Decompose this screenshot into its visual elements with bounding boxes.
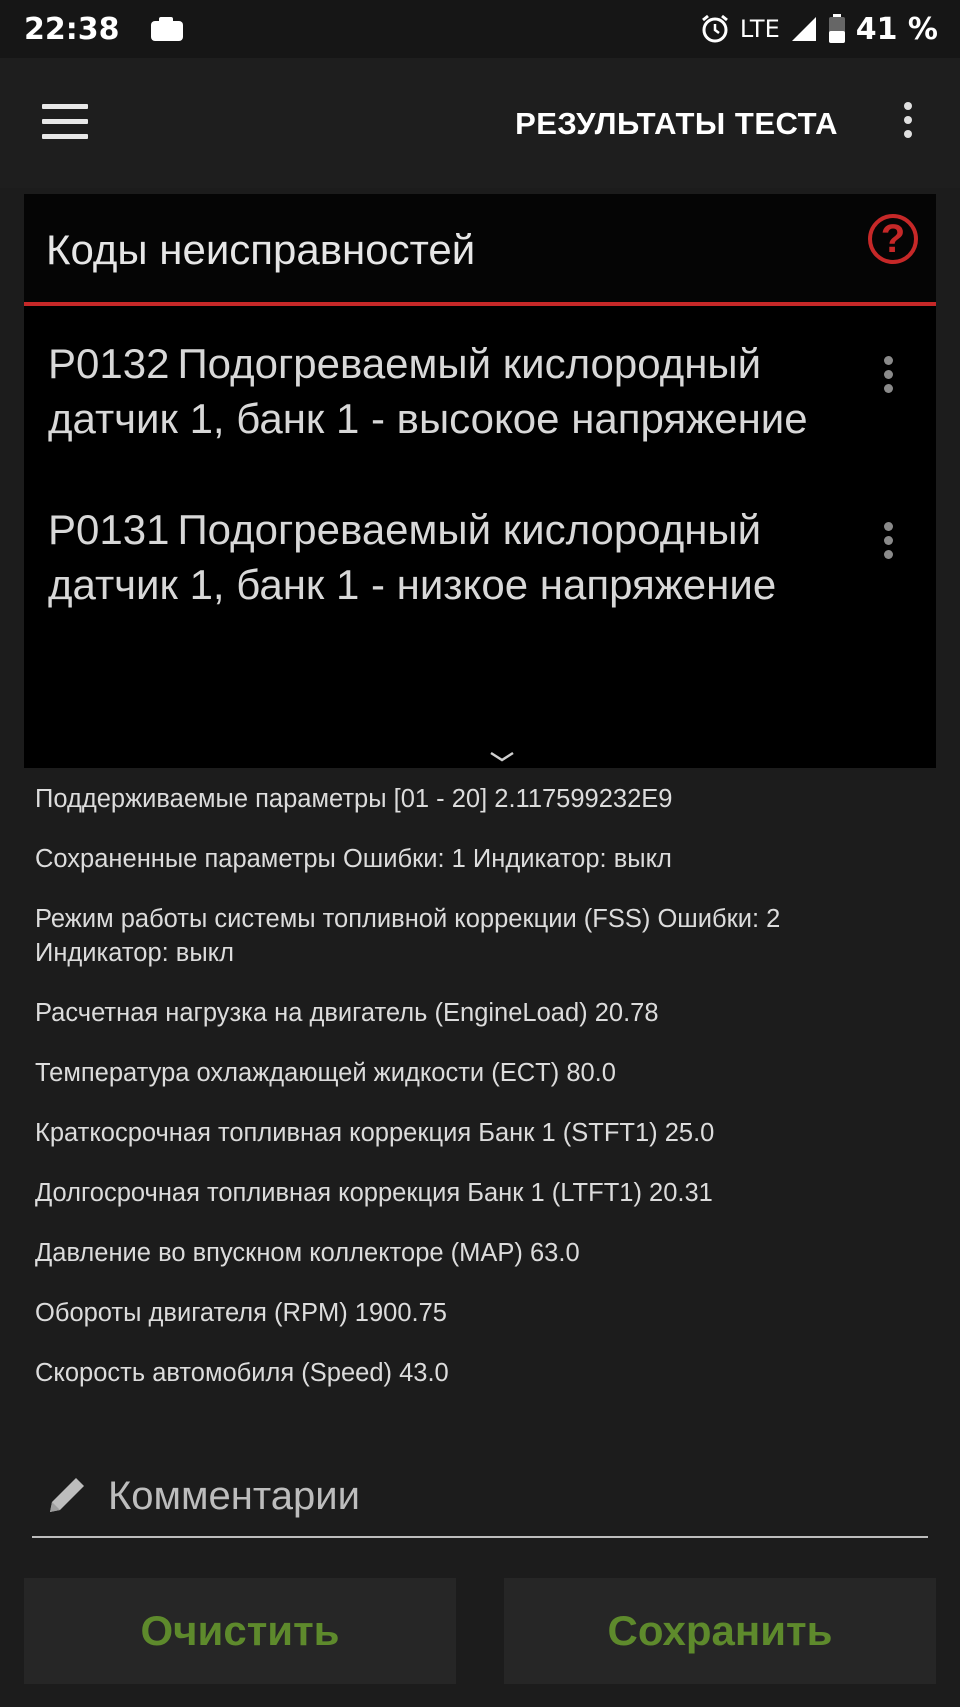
dtc-more-icon[interactable] <box>882 522 894 562</box>
dtc-item[interactable]: P0132 Подогреваемый кислородный датчик 1,… <box>24 336 936 446</box>
comment-field <box>32 1462 928 1538</box>
camera-icon <box>150 17 183 41</box>
signal-icon <box>791 17 816 41</box>
parameter-row: Обороты двигателя (RPM) 1900.75 <box>35 1299 447 1327</box>
dtc-item[interactable]: P0131 Подогреваемый кислородный датчик 1,… <box>24 502 936 612</box>
parameter-row: Поддерживаемые параметры [01 - 20] 2.117… <box>35 785 673 813</box>
parameter-row: Краткосрочная топливная коррекция Банк 1… <box>35 1119 715 1147</box>
comment-input[interactable] <box>106 1470 910 1522</box>
parameter-row: Режим работы системы топливной коррекции… <box>35 905 781 967</box>
page-title: РЕЗУЛЬТАТЫ ТЕСТА <box>515 106 838 141</box>
status-time: 22:38 <box>24 11 120 47</box>
parameter-row: Расчетная нагрузка на двигатель (EngineL… <box>35 999 659 1027</box>
battery-level: 41 % <box>855 11 938 47</box>
dtc-more-icon[interactable] <box>882 356 894 396</box>
alarm-icon <box>701 14 728 43</box>
dtc-code: P0132 <box>48 340 170 387</box>
dtc-text: P0132 Подогреваемый кислородный датчик 1,… <box>48 336 856 446</box>
battery-icon <box>828 14 845 43</box>
parameter-row: Долгосрочная топливная коррекция Банк 1 … <box>35 1179 713 1207</box>
overflow-menu-icon[interactable] <box>900 102 916 146</box>
status-bar: 22:38 LTE 41 % <box>0 0 960 58</box>
clear-button[interactable]: Очистить <box>24 1578 456 1684</box>
chevron-down-icon[interactable] <box>489 750 515 764</box>
card-header: Коды неисправностей ? <box>24 194 936 306</box>
parameter-row: Температура охлаждающей жидкости (ECT) 8… <box>35 1059 616 1087</box>
trouble-codes-card: Коды неисправностей ? P0132 Подогреваемый… <box>24 194 936 768</box>
dtc-code: P0131 <box>48 506 170 553</box>
parameter-row: Скорость автомобиля (Speed) 43.0 <box>35 1359 449 1387</box>
parameter-row: Давление во впускном коллекторе (MAP) 63… <box>35 1239 580 1267</box>
pencil-icon <box>50 1478 84 1512</box>
save-button[interactable]: Сохранить <box>504 1578 936 1684</box>
parameter-row: Сохраненные параметры Ошибки: 1 Индикато… <box>35 845 672 873</box>
help-icon[interactable]: ? <box>868 214 918 264</box>
dtc-text: P0131 Подогреваемый кислородный датчик 1,… <box>48 502 856 612</box>
parameters-list: Поддерживаемые параметры [01 - 20] 2.117… <box>35 782 915 1416</box>
menu-icon[interactable] <box>42 104 88 140</box>
app-bar: РЕЗУЛЬТАТЫ ТЕСТА <box>0 58 960 188</box>
network-type: LTE <box>739 15 780 43</box>
card-title: Коды неисправностей <box>46 226 476 273</box>
